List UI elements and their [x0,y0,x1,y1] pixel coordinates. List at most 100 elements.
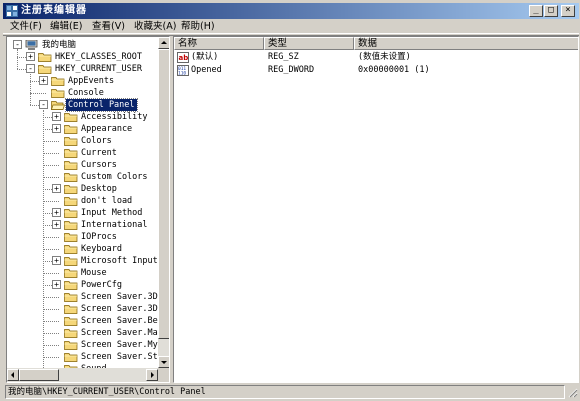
tree-item[interactable]: + Microsoft Input [7,255,158,267]
tree-connector-line [30,81,39,82]
tree-item-label[interactable]: Screen Saver.Sta [79,351,158,363]
expand-icon[interactable]: + [52,220,61,229]
scroll-thumb[interactable] [158,49,169,339]
tree-item[interactable]: + Accessibility [7,111,157,123]
expand-icon[interactable]: + [52,208,61,217]
scroll-left-button[interactable] [7,369,19,381]
expand-icon[interactable]: + [26,52,35,61]
tree-item[interactable]: + International [7,219,157,231]
tree-item[interactable]: Console [7,87,157,99]
expand-icon[interactable]: + [52,124,61,133]
expand-icon[interactable]: + [52,112,61,121]
tree-item-label[interactable]: Keyboard [79,243,124,255]
expand-icon[interactable]: + [52,184,61,193]
tree-item-label[interactable]: Custom Colors [79,171,150,183]
tree-item-label[interactable]: HKEY_CURRENT_USER [53,63,144,75]
folder-icon [64,305,78,314]
tree-item-label[interactable]: Appearance [79,123,134,135]
collapse-icon[interactable]: - [39,100,48,109]
tree-item[interactable]: - Control Panel [7,98,157,112]
folder-icon [64,197,78,206]
value-row-default[interactable]: ab (默认) REG_SZ (数值未设置) [174,51,578,64]
expand-icon[interactable]: + [52,256,61,265]
tree-root-label[interactable]: 我的电脑 [40,39,78,51]
tree-item[interactable]: IOProcs [7,231,157,243]
tree-item-label[interactable]: Input Method [79,207,144,219]
column-header-name[interactable]: 名称 [174,37,264,50]
tree-item-label[interactable]: International [79,219,150,231]
minimize-button[interactable]: _ [529,5,543,17]
column-header-data[interactable]: 数据 [354,37,578,50]
window-title: 注册表编辑器 [21,5,87,16]
registry-tree-pane[interactable]: - 我的电脑 + HKEY_CLASSES_ROOT - HKEY_CURRENT_U… [6,36,170,383]
tree-item[interactable]: Mouse [7,267,157,279]
tree-item[interactable]: - HKEY_CURRENT_USER [7,63,157,75]
tree-item-label[interactable]: don't load [79,195,134,207]
collapse-icon[interactable]: - [26,64,35,73]
tree-item[interactable]: + HKEY_CLASSES_ROOT [7,51,157,63]
menu-view[interactable]: 查看(V) [91,20,126,33]
tree-item[interactable]: Screen Saver.Bez [7,315,158,327]
expand-icon[interactable]: + [39,76,48,85]
tree-item-label[interactable]: Microsoft Input [79,255,158,267]
tree-item-label[interactable]: Screen Saver.3DP [79,303,158,315]
tree-vertical-scrollbar[interactable] [158,37,169,368]
tree-item-label[interactable]: Cursors [79,159,119,171]
tree-item[interactable]: Keyboard [7,243,157,255]
collapse-icon[interactable]: - [13,40,22,49]
value-row-opened[interactable]: 011 110 Opened REG_DWORD 0x00000001 (1) [174,64,578,77]
tree-horizontal-scrollbar[interactable] [7,368,158,382]
tree-item[interactable]: Custom Colors [7,171,157,183]
expand-icon[interactable]: + [52,280,61,289]
tree-item-label[interactable]: Control Panel [65,98,138,112]
tree-item-label[interactable]: Screen Saver.3DF [79,291,158,303]
tree-item-label[interactable]: Mouse [79,267,109,279]
tree-item[interactable]: + Appearance [7,123,157,135]
tree-item-label[interactable]: AppEvents [66,75,116,87]
tree-item-label[interactable]: HKEY_CLASSES_ROOT [53,51,144,63]
tree-root[interactable]: - 我的电脑 [7,39,157,51]
tree-item-label[interactable]: Screen Saver.Mys [79,339,158,351]
tree-item[interactable]: + PowerCfg [7,279,157,291]
tree-item[interactable]: + Input Method [7,207,157,219]
tree-item-label[interactable]: Screen Saver.Bez [79,315,158,327]
close-button[interactable]: × [561,5,575,17]
scroll-down-button[interactable] [158,356,169,368]
tree-item-label[interactable]: Console [66,87,106,99]
tree-item[interactable]: Screen Saver.Mar [7,327,158,339]
tree-item[interactable]: Cursors [7,159,157,171]
column-header-type[interactable]: 类型 [264,37,354,50]
folder-icon [64,341,78,350]
tree-item-label[interactable]: IOProcs [79,231,119,243]
tree-item[interactable]: Screen Saver.Mys [7,339,158,351]
scroll-right-button[interactable] [146,369,158,381]
tree-item-label[interactable]: Desktop [79,183,119,195]
menu-file[interactable]: 文件(F) [9,20,43,33]
menu-edit[interactable]: 编辑(E) [49,20,83,33]
tree-item[interactable]: Screen Saver.Sta [7,351,158,363]
tree-item[interactable]: Screen Saver.3DF [7,291,158,303]
tree-connector-line [43,345,59,346]
tree-item[interactable]: + AppEvents [7,75,157,87]
tree-item[interactable]: don't load [7,195,157,207]
folder-icon [64,353,78,362]
menu-help[interactable]: 帮助(H) [180,20,216,33]
folder-icon [64,257,78,266]
maximize-button[interactable]: □ [544,5,558,17]
tree-item[interactable]: Current [7,147,157,159]
resize-grip-icon[interactable] [567,387,578,398]
tree-item[interactable]: Screen Saver.3DP [7,303,158,315]
tree-item-label[interactable]: Screen Saver.Mar [79,327,158,339]
scroll-up-button[interactable] [158,37,169,49]
registry-values-pane[interactable]: 名称 类型 数据 ab (默认) REG_SZ (数值未设置) 011 110 [173,36,579,383]
folder-icon [64,173,78,182]
title-bar[interactable]: 注册表编辑器 _ □ × [3,3,579,19]
tree-item-label[interactable]: Accessibility [79,111,150,123]
tree-item-label[interactable]: Colors [79,135,114,147]
tree-item[interactable]: Colors [7,135,157,147]
scroll-h-thumb[interactable] [19,369,59,381]
tree-item[interactable]: + Desktop [7,183,157,195]
menu-favorites[interactable]: 收藏夹(A) [133,20,177,33]
tree-item-label[interactable]: Current [79,147,119,159]
tree-item-label[interactable]: PowerCfg [79,279,124,291]
